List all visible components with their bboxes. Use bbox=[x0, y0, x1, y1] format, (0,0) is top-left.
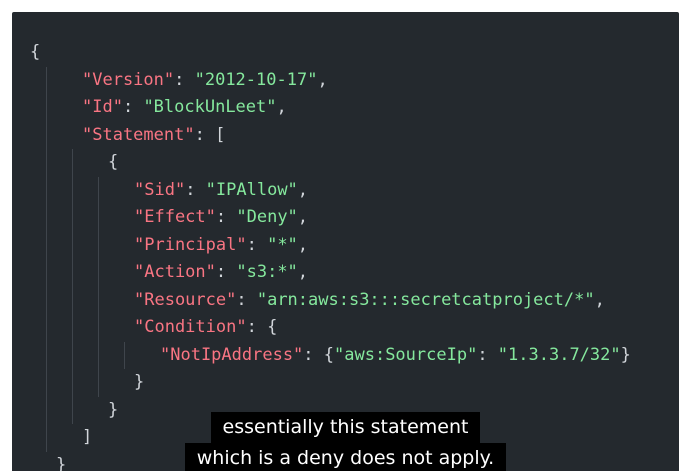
subtitle-captions: essentially this statement which is a de… bbox=[0, 412, 691, 471]
video-frame: {"Version": "2012-10-17", "Id": "BlockUnL… bbox=[0, 0, 691, 471]
code-line-text: "Resource": "arn:aws:s3:::secretcatproje… bbox=[134, 287, 605, 315]
json-punctuation: : { bbox=[246, 317, 278, 337]
json-punctuation: , bbox=[317, 69, 328, 90]
json-punctuation: : bbox=[477, 344, 498, 365]
caption-line-2: which is a deny does not apply. bbox=[184, 443, 507, 471]
json-punctuation: : bbox=[246, 234, 268, 255]
json-string-value: "s3:*" bbox=[236, 262, 298, 282]
indent-guide bbox=[98, 259, 99, 287]
json-key: "Sid" bbox=[134, 179, 186, 200]
indent-guide bbox=[46, 369, 47, 397]
json-punctuation: : bbox=[122, 97, 144, 117]
indent-guide bbox=[72, 176, 73, 204]
indent-guide bbox=[46, 94, 47, 122]
code-line-text: "Principal": "*", bbox=[134, 232, 308, 260]
json-string-value: "IPAllow" bbox=[205, 179, 298, 200]
json-key: "NotIpAddress" bbox=[160, 344, 304, 365]
code-line-text: "NotIpAddress": {"aws:SourceIp": "1.3.3.… bbox=[160, 342, 631, 370]
indent-guide bbox=[46, 259, 47, 287]
code-line-text: "Action": "s3:*", bbox=[134, 259, 308, 287]
indent-guide bbox=[72, 286, 73, 314]
code-line-text: "Effect": "Deny", bbox=[134, 204, 308, 232]
indent-guide bbox=[98, 286, 99, 314]
json-key: "Version" bbox=[82, 69, 175, 90]
code-line-text: "Version": "2012-10-17", bbox=[82, 67, 328, 95]
json-punctuation: : bbox=[215, 207, 237, 227]
indent-guide bbox=[46, 204, 47, 232]
indent-guide bbox=[46, 314, 47, 342]
json-punctuation: { bbox=[108, 152, 119, 172]
json-punctuation: { bbox=[30, 42, 41, 62]
code-line-text: { bbox=[30, 39, 40, 67]
json-punctuation: , bbox=[297, 262, 309, 282]
json-key: "Action" bbox=[134, 262, 216, 282]
json-punctuation: : [ bbox=[194, 124, 226, 145]
indent-guide bbox=[46, 176, 47, 204]
json-punctuation: : { bbox=[303, 344, 335, 365]
indent-guide bbox=[72, 149, 73, 177]
json-key: "Resource" bbox=[134, 289, 237, 310]
indent-guide bbox=[46, 121, 47, 149]
json-punctuation: , bbox=[297, 179, 309, 200]
indent-guide bbox=[46, 341, 47, 369]
indent-guide bbox=[72, 314, 73, 342]
json-punctuation: , bbox=[297, 207, 309, 227]
indent-guide bbox=[98, 231, 99, 259]
json-key: "Effect" bbox=[134, 207, 216, 227]
json-string-value: "aws:SourceIp" bbox=[334, 344, 478, 365]
code-line-text: { bbox=[108, 149, 118, 177]
json-key: "Id" bbox=[82, 97, 123, 117]
json-string-value: "BlockUnLeet" bbox=[143, 97, 277, 117]
json-string-value: "Deny" bbox=[236, 207, 298, 227]
indent-guide bbox=[72, 341, 73, 369]
json-string-value: "1.3.3.7/32" bbox=[497, 344, 621, 365]
indent-guide bbox=[124, 341, 125, 369]
json-punctuation: , bbox=[276, 97, 287, 117]
json-punctuation: , bbox=[297, 234, 309, 255]
code-line-text: "Sid": "IPAllow", bbox=[134, 177, 308, 205]
json-punctuation: } bbox=[620, 344, 631, 365]
indent-guide bbox=[46, 231, 47, 259]
indent-guide bbox=[98, 314, 99, 342]
code-line-text: "Id": "BlockUnLeet", bbox=[82, 94, 287, 122]
indent-guide bbox=[98, 176, 99, 204]
json-string-value: "2012-10-17" bbox=[194, 69, 318, 90]
json-key: "Condition" bbox=[134, 317, 247, 337]
indent-guide bbox=[72, 204, 73, 232]
indent-guide bbox=[72, 259, 73, 287]
json-punctuation: : bbox=[236, 289, 257, 310]
indent-guide bbox=[72, 231, 73, 259]
code-line-text: "Statement": [ bbox=[82, 122, 225, 150]
indent-guide bbox=[98, 369, 99, 397]
json-punctuation: : bbox=[185, 179, 206, 200]
json-key: "Principal" bbox=[134, 234, 247, 255]
indent-guide bbox=[98, 204, 99, 232]
indent-guide bbox=[72, 369, 73, 397]
json-punctuation: : bbox=[174, 69, 195, 90]
caption-line-1: essentially this statement bbox=[210, 412, 481, 443]
json-key: "Statement" bbox=[82, 124, 195, 145]
code-editor-panel: {"Version": "2012-10-17", "Id": "BlockUnL… bbox=[12, 12, 679, 471]
indent-guide bbox=[46, 286, 47, 314]
json-punctuation: , bbox=[594, 289, 605, 310]
indent-guide bbox=[46, 66, 47, 94]
json-string-value: "arn:aws:s3:::secretcatproject/*" bbox=[256, 289, 595, 310]
indent-guide bbox=[98, 341, 99, 369]
code-line-text: "Condition": { bbox=[134, 314, 277, 342]
json-punctuation: : bbox=[215, 262, 237, 282]
indent-guide bbox=[46, 149, 47, 177]
json-punctuation: } bbox=[134, 372, 145, 392]
code-line-text: } bbox=[134, 369, 144, 397]
json-string-value: "*" bbox=[267, 234, 298, 255]
